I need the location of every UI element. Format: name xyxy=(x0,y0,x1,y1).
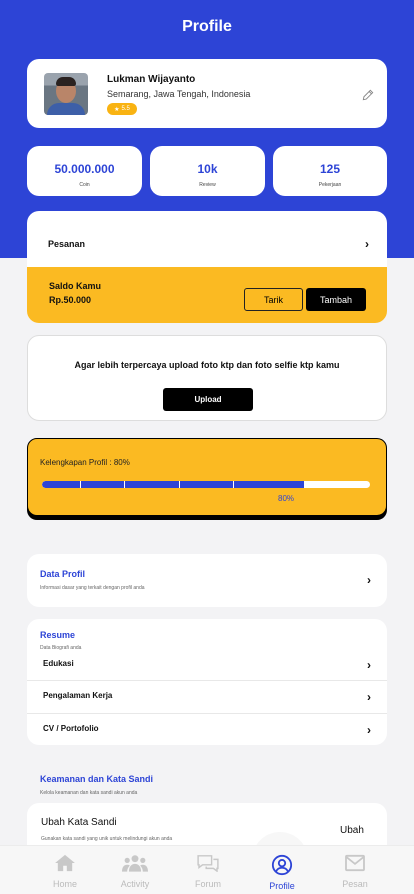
stat-label: Review xyxy=(199,182,216,188)
chevron-right-icon: › xyxy=(367,658,371,672)
change-password-action[interactable]: Ubah xyxy=(340,825,364,836)
resume-title: Resume xyxy=(40,630,76,640)
data-profil-subtitle: Informasi dasar yang terkait dengan prof… xyxy=(40,585,145,591)
chevron-right-icon: › xyxy=(367,573,371,587)
verification-card: Agar lebih terpercaya upload foto ktp da… xyxy=(27,335,387,421)
resume-item-pengalaman-kerja[interactable]: Pengalaman Kerja › xyxy=(27,680,387,712)
stat-label: Pekerjaan xyxy=(318,182,342,188)
resume-item-label: Pengalaman Kerja xyxy=(43,691,113,700)
tab-label: Profile xyxy=(269,881,295,891)
user-name: Lukman Wijayanto xyxy=(107,74,196,85)
pencil-icon[interactable] xyxy=(361,88,375,102)
stat-value: 50.000.000 xyxy=(54,162,115,176)
tab-label: Home xyxy=(52,879,77,889)
completion-progress-fill xyxy=(42,481,305,488)
tab-label: Pesan xyxy=(342,879,368,889)
home-icon xyxy=(55,854,75,872)
upload-button[interactable]: Upload xyxy=(163,388,253,411)
user-card: Lukman Wijayanto Semarang, Jawa Tengah, … xyxy=(27,59,387,128)
pesanan-label: Pesanan xyxy=(48,239,86,249)
data-profil-card[interactable]: Data Profil Informasi dasar yang terkait… xyxy=(27,554,387,607)
users-icon xyxy=(122,855,148,872)
change-password-subtitle: Gunakan kata sandi yang unik untuk melin… xyxy=(41,836,173,842)
chevron-right-icon: › xyxy=(367,723,371,737)
mail-icon xyxy=(345,854,365,872)
tab-profile[interactable]: Profile xyxy=(247,846,317,894)
avatar xyxy=(44,73,88,115)
completion-progress-bar xyxy=(42,481,370,488)
tab-label: Activity xyxy=(120,879,150,889)
saldo-value: Rp.50.000 xyxy=(49,295,92,305)
tab-forum[interactable]: Forum xyxy=(173,846,243,894)
tambah-button[interactable]: Tambah xyxy=(306,288,366,311)
chevron-right-icon: › xyxy=(365,237,369,251)
completion-label: Kelengkapan Profil : 80% xyxy=(40,458,130,467)
data-profil-title: Data Profil xyxy=(40,569,86,579)
profile-completion-card: Kelengkapan Profil : 80% 80% xyxy=(27,438,387,516)
security-subtitle: Kelola keamanan dan kata sandi akun anda xyxy=(40,790,138,796)
rating-badge: ★ 5.5 xyxy=(107,103,137,115)
resume-item-label: Edukasi xyxy=(43,659,74,668)
bottom-tab-bar: Home Activity Forum Profile Pesan xyxy=(0,845,414,894)
rating-value: 5.5 xyxy=(121,106,130,112)
verification-text: Agar lebih terpercaya upload foto ktp da… xyxy=(74,360,340,370)
security-title: Keamanan dan Kata Sandi xyxy=(40,774,154,784)
chevron-right-icon: › xyxy=(367,690,371,704)
stat-value: 10k xyxy=(197,162,218,176)
tab-activity[interactable]: Activity xyxy=(100,846,170,894)
change-password-title: Ubah Kata Sandi xyxy=(41,817,117,828)
stat-value: 125 xyxy=(319,162,341,176)
stat-review: 10k Review xyxy=(150,146,265,196)
saldo-panel: Saldo Kamu Rp.50.000 Tarik Tambah xyxy=(27,267,387,323)
saldo-title: Saldo Kamu xyxy=(49,281,102,291)
user-location: Semarang, Jawa Tengah, Indonesia xyxy=(107,89,251,99)
completion-percent: 80% xyxy=(278,494,295,503)
resume-item-cv-portofolio[interactable]: CV / Portofolio › xyxy=(27,713,387,745)
resume-card: Resume Data Biografi anda Edukasi › Peng… xyxy=(27,619,387,745)
stat-pekerjaan: 125 Pekerjaan xyxy=(273,146,387,196)
tab-pesan[interactable]: Pesan xyxy=(320,846,390,894)
page-title: Profile xyxy=(182,18,232,35)
tab-home[interactable]: Home xyxy=(30,846,100,894)
resume-item-edukasi[interactable]: Edukasi › xyxy=(27,649,387,681)
stat-label: Coin xyxy=(79,182,90,188)
star-icon: ★ xyxy=(114,106,120,113)
tab-label: Forum xyxy=(194,879,221,889)
stat-coin: 50.000.000 Coin xyxy=(27,146,142,196)
resume-item-label: CV / Portofolio xyxy=(43,724,99,733)
tarik-button[interactable]: Tarik xyxy=(244,288,303,311)
user-circle-icon xyxy=(271,854,293,876)
chat-icon xyxy=(197,855,219,873)
